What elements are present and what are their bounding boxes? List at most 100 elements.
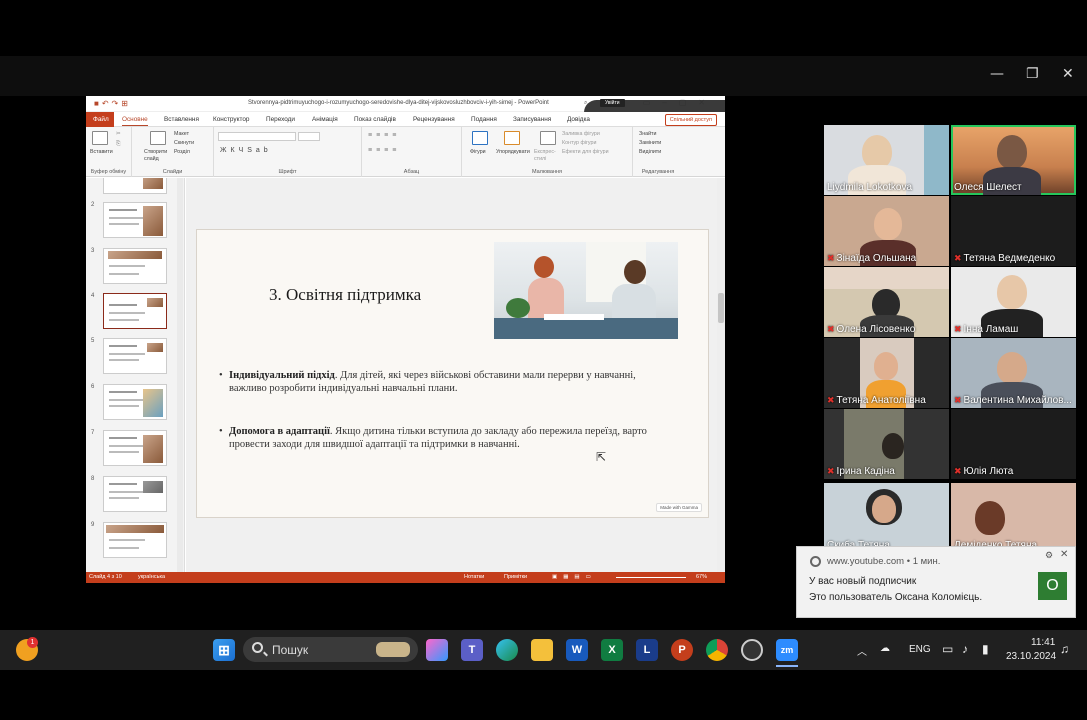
shape-outline-button[interactable]: Контур фігури xyxy=(562,140,596,146)
zoom-level[interactable]: 67% xyxy=(696,574,707,580)
windows-start-icon[interactable]: ⊞ xyxy=(213,639,235,661)
battery-icon[interactable]: ▮ xyxy=(982,642,989,656)
participant-tile[interactable]: ✖ Інна Ламаш xyxy=(951,267,1076,337)
participant-tile[interactable]: ✖ Тетяна Ведмеденко xyxy=(951,196,1076,266)
participant-tile[interactable]: ✖ Юлія Люта xyxy=(951,409,1076,479)
layout-button[interactable]: Макет xyxy=(174,131,189,137)
font-format-buttons[interactable]: ЖКЧSab xyxy=(220,147,272,154)
tab-transitions[interactable]: Переходи xyxy=(266,116,295,123)
slide-thumb[interactable] xyxy=(103,338,167,374)
tab-home[interactable]: Основне xyxy=(122,116,148,126)
slide-thumb[interactable] xyxy=(103,178,167,194)
slide-thumb[interactable] xyxy=(103,202,167,238)
tab-slideshow[interactable]: Показ слайдів xyxy=(354,116,396,123)
shape-fill-button[interactable]: Заливка фігури xyxy=(562,131,600,137)
font-size-select[interactable] xyxy=(298,132,320,141)
search-input[interactable]: Пошук xyxy=(243,637,418,662)
close-icon[interactable]: ✕ xyxy=(1060,549,1068,560)
shape-effects-button[interactable]: Ефекти для фігури xyxy=(562,149,609,155)
quick-access-icons[interactable]: ■↶↷⊞ xyxy=(94,99,131,108)
view-buttons[interactable]: ▣▦▤▭ xyxy=(552,574,597,580)
file-explorer-icon[interactable] xyxy=(531,639,553,661)
slide-thumb[interactable] xyxy=(103,430,167,466)
copy-icon[interactable]: ⎘ xyxy=(116,141,120,148)
list-buttons[interactable]: ≡≡≡≡ xyxy=(368,132,400,139)
volume-icon[interactable]: ♪ xyxy=(962,642,968,656)
participant-tile[interactable]: ✖ Ірина Кадіна xyxy=(824,409,949,479)
bell-icon[interactable]: ♫ xyxy=(1060,642,1069,656)
slide-thumb-selected[interactable] xyxy=(103,293,167,329)
new-slide-icon[interactable] xyxy=(150,131,166,145)
shapes-icon[interactable] xyxy=(472,131,488,145)
login-button[interactable]: Увійти xyxy=(600,99,625,107)
replace-button[interactable]: Замінити xyxy=(639,140,661,146)
select-button[interactable]: Виділити xyxy=(639,149,661,155)
tab-insert[interactable]: Вставлення xyxy=(164,116,199,123)
l-app-icon[interactable]: L xyxy=(636,639,658,661)
language-indicator[interactable]: ENG xyxy=(909,644,931,655)
tab-animations[interactable]: Анімація xyxy=(312,116,338,123)
comments-button[interactable]: Примітки xyxy=(504,574,527,580)
gear-icon[interactable]: ⚙ xyxy=(1045,550,1053,561)
participant-tile-active[interactable]: Олеся Шелест xyxy=(951,125,1076,195)
chrome-icon[interactable] xyxy=(706,639,728,661)
tab-design[interactable]: Конструктор xyxy=(213,116,249,123)
restore-icon[interactable]: ❐ xyxy=(1026,66,1039,82)
tab-recording[interactable]: Записування xyxy=(513,116,551,123)
edge-icon[interactable] xyxy=(496,639,518,661)
display-icon[interactable]: ▭ xyxy=(942,642,953,656)
shapes-label[interactable]: Фігури xyxy=(470,149,486,155)
participant-tile[interactable]: ✖ Тетяна Анатоліївна xyxy=(824,338,949,408)
slide-thumb[interactable] xyxy=(103,522,167,558)
close-icon[interactable]: ✕ xyxy=(1062,66,1074,82)
teams-icon[interactable]: T xyxy=(461,639,483,661)
cloud-icon[interactable]: ☁ xyxy=(880,643,890,654)
align-buttons[interactable]: ≡≡≡≡ xyxy=(368,147,400,154)
powerpoint-icon[interactable]: P xyxy=(671,639,693,661)
share-button[interactable]: Спільний доступ xyxy=(664,114,717,126)
youtube-notification[interactable]: www.youtube.com • 1 мин. ⚙ ✕ У вас новый… xyxy=(796,546,1076,618)
new-slide-label[interactable]: Створити слайд xyxy=(144,149,170,163)
participant-tile[interactable]: Liydmila Lokotkova xyxy=(824,125,949,195)
thumbs-scrollbar[interactable] xyxy=(177,178,183,572)
clock-date[interactable]: 23.10.2024 xyxy=(1006,651,1056,662)
participant-tile[interactable]: ✖ Олена Лісовенко xyxy=(824,267,949,337)
quick-styles-icon[interactable] xyxy=(540,131,556,145)
participant-tile[interactable]: ✖ Зінаїда Ольшана xyxy=(824,196,949,266)
tab-view[interactable]: Подання xyxy=(471,116,497,123)
minimize-icon[interactable]: — xyxy=(990,66,1004,82)
participant-tile[interactable]: Скиба Тетяна xyxy=(824,483,949,553)
tab-file[interactable]: Файл xyxy=(86,112,114,127)
language-indicator[interactable]: українська xyxy=(138,574,165,580)
excel-icon[interactable]: X xyxy=(601,639,623,661)
participant-tile[interactable]: ✖ Валентина Михайлов... xyxy=(951,338,1076,408)
slide-thumb[interactable] xyxy=(103,248,167,284)
paste-label[interactable]: Вставити xyxy=(90,149,113,155)
participant-tile[interactable]: Деміденко Тетяна xyxy=(951,483,1076,553)
arrange-icon[interactable] xyxy=(504,131,520,145)
zoom-slider[interactable] xyxy=(616,577,686,578)
cut-icon[interactable]: ✂ xyxy=(116,131,120,137)
word-icon[interactable]: W xyxy=(566,639,588,661)
paste-icon[interactable] xyxy=(92,131,108,145)
slide-scrollbar[interactable] xyxy=(717,178,725,572)
zoom-icon[interactable]: zm xyxy=(776,639,798,661)
font-name-select[interactable] xyxy=(218,132,296,141)
ppt-window-controls[interactable]: ▭–▢✕ xyxy=(643,98,717,107)
notes-button[interactable]: Нотатки xyxy=(464,574,484,580)
find-button[interactable]: Знайти xyxy=(639,131,656,137)
obs-icon[interactable] xyxy=(741,639,763,661)
quick-styles-label[interactable]: Експрес-стилі xyxy=(534,149,560,163)
gamma-badge[interactable]: Made with Gamma xyxy=(656,503,702,512)
reset-button[interactable]: Скинути xyxy=(174,140,194,146)
clock-time[interactable]: 11:41 xyxy=(1031,637,1055,648)
section-button[interactable]: Розділ xyxy=(174,149,190,155)
tab-help[interactable]: Довідка xyxy=(567,116,590,123)
chevron-up-icon[interactable]: ︿ xyxy=(857,643,867,658)
tab-review[interactable]: Рецензування xyxy=(413,116,455,123)
slide-thumb[interactable] xyxy=(103,384,167,420)
arrange-label[interactable]: Упорядкувати xyxy=(496,149,530,155)
copilot-icon[interactable] xyxy=(426,639,448,661)
scroll-thumb[interactable] xyxy=(718,293,724,323)
slide-thumb[interactable] xyxy=(103,476,167,512)
